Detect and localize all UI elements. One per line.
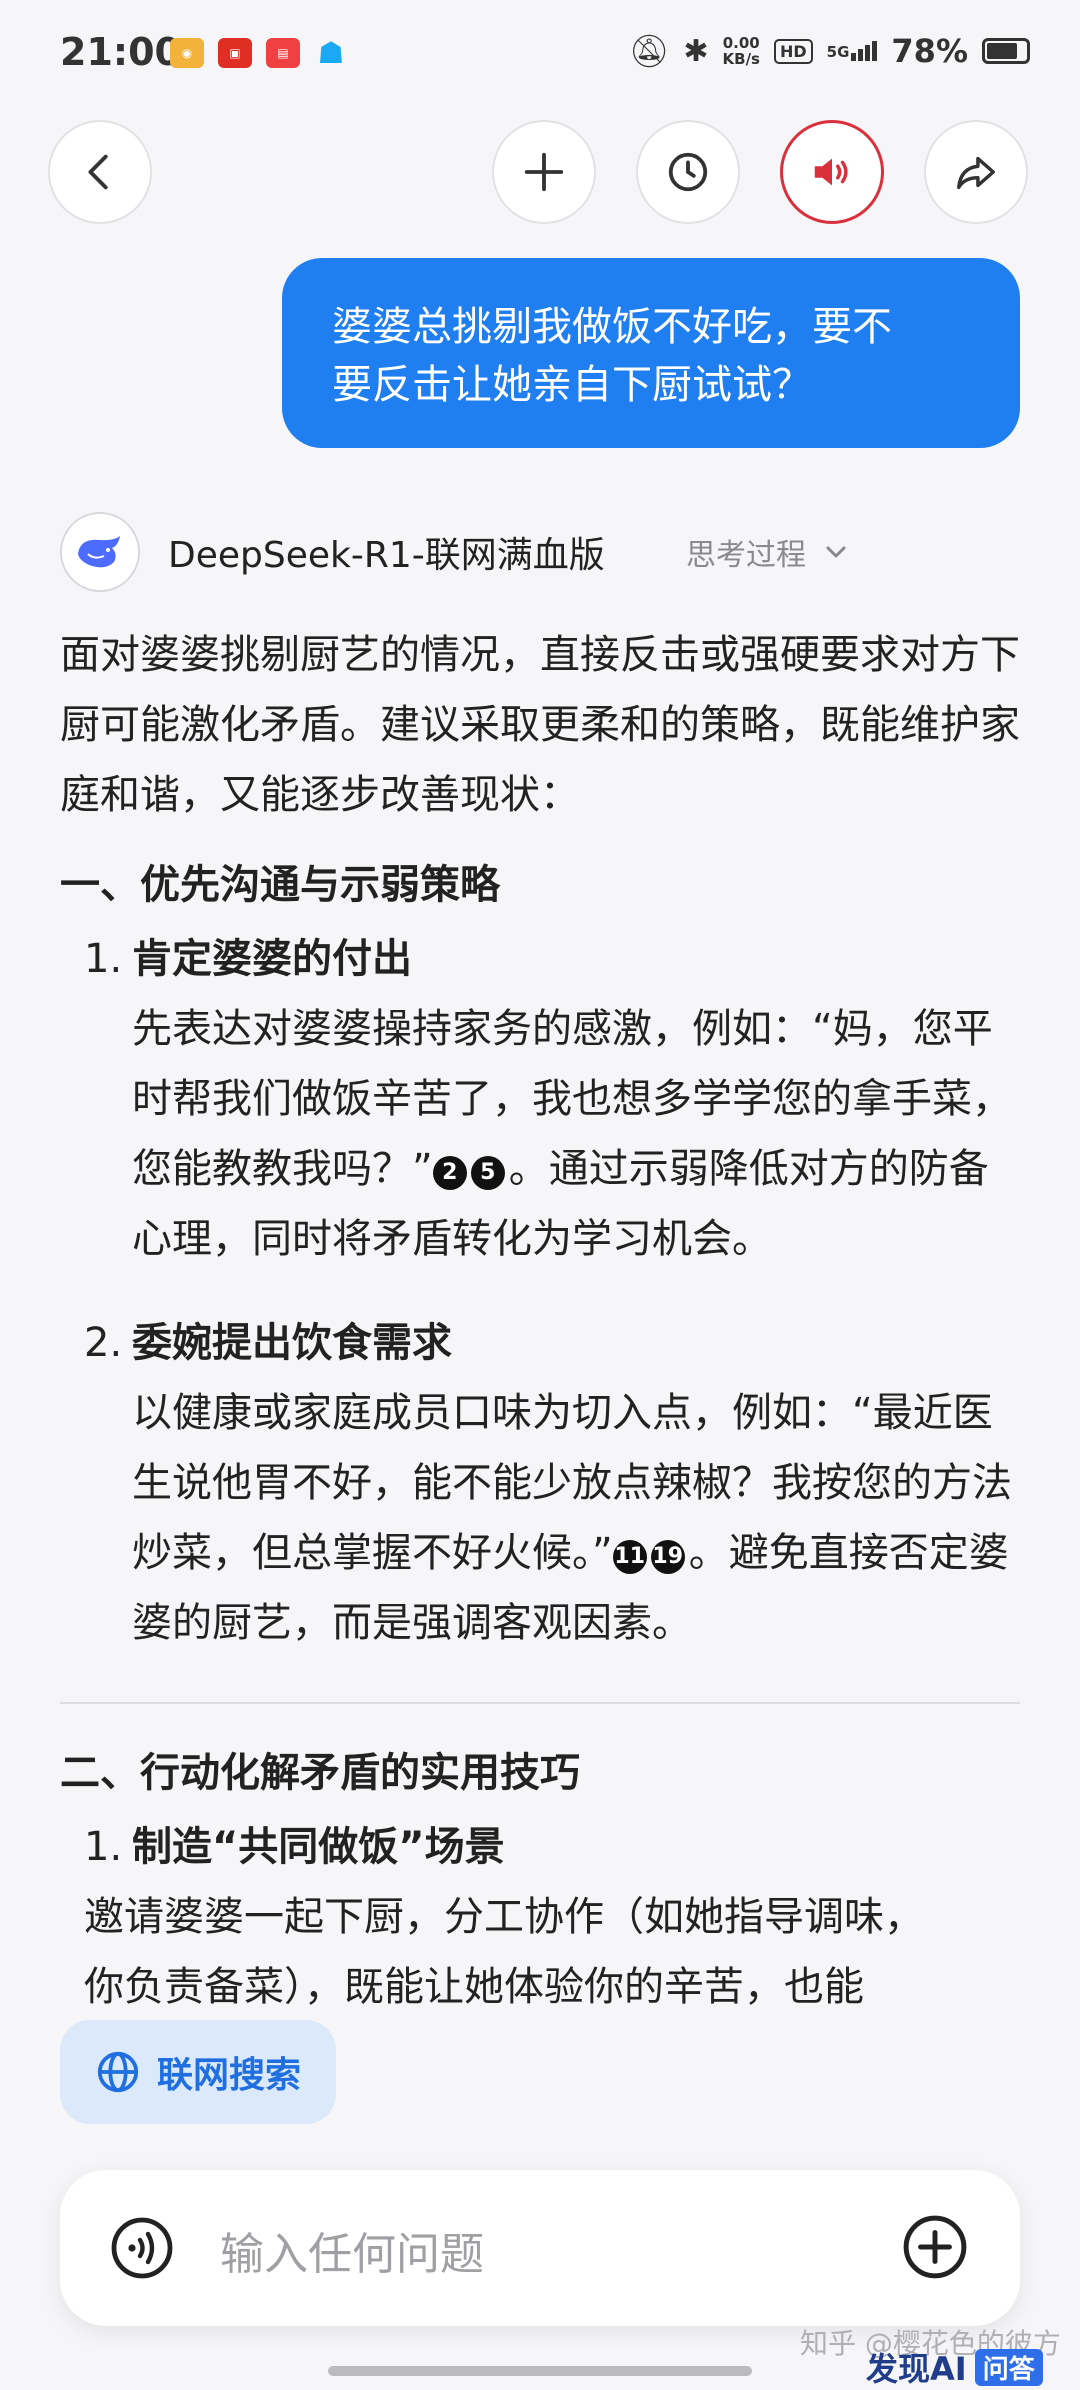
hd-badge: HD (773, 38, 813, 64)
model-name: DeepSeek-R1-联网满血版 (168, 535, 605, 576)
chevron-left-icon (88, 154, 108, 190)
list-item: 1. 制造“共同做饭”场景 邀请婆婆一起下厨，分工协作（如她指导调味， 你负责备菜… (60, 1812, 1020, 2022)
list-number: 1. (84, 1824, 123, 1870)
mute-icon: 🔕︎ (628, 32, 670, 70)
share-button[interactable] (924, 120, 1028, 224)
answer-intro: 面对婆婆挑剔厨艺的情况，直接反击或强硬要求对方下厨可能激化矛盾。建议采取更柔和的… (60, 632, 1020, 818)
model-avatar (60, 512, 140, 592)
user-message-line: 要反击让她亲自下厨试试？ (332, 362, 812, 408)
list-item-title: 肯定婆婆的付出 (132, 936, 412, 982)
add-attachment-icon[interactable] (902, 2214, 968, 2280)
citation-badge[interactable]: 5 (470, 1156, 505, 1190)
list-item-body: 以健康或家庭成员口味为切入点，例如：“最近医生说他胃不好，能不能少放点辣椒？我按… (132, 1390, 1012, 1646)
chat-input-bar[interactable]: 输入任何问题 (60, 2170, 1020, 2326)
list-number: 2. (84, 1320, 123, 1366)
qq-icon: ☗ (317, 35, 345, 71)
status-time: 21:00 (60, 30, 181, 74)
brand-name: 发现AI (866, 2350, 967, 2388)
bluetooth-icon: ✱ (683, 33, 709, 69)
think-process-toggle[interactable]: 思考过程 (686, 530, 848, 574)
chevron-down-icon (826, 546, 846, 558)
net-speed: 0.00 KB/s (722, 34, 760, 68)
list-item: 1. 肯定婆婆的付出 先表达对婆婆操持家务的感激，例如：“妈，您平时帮我们做饭辛… (60, 924, 1020, 1274)
user-message-line: 婆婆总挑剔我做饭不好吃，要不 (332, 304, 892, 350)
think-process-label: 思考过程 (686, 538, 806, 573)
section-heading: 二、行动化解矛盾的实用技巧 (60, 1750, 580, 1796)
user-message-bubble[interactable]: 婆婆总挑剔我做饭不好吃，要不 要反击让她亲自下厨试试？ (282, 258, 1020, 448)
battery-fill (987, 43, 1017, 59)
list-number: 1. (84, 936, 123, 982)
toutiao-icon: ▤ (266, 38, 300, 68)
web-search-label: 联网搜索 (156, 2055, 301, 2096)
new-chat-button[interactable] (492, 120, 596, 224)
battery-percent: 78% (891, 32, 968, 70)
section-heading: 一、优先沟通与示弱策略 (60, 862, 500, 908)
home-indicator[interactable] (328, 2366, 752, 2376)
citation-badge[interactable]: 19 (650, 1540, 685, 1574)
brand-tag: 问答 (974, 2348, 1043, 2386)
status-bar: 21:00 ◉ ▣ ▤ ☗ 🔕︎ ✱ 0.00 KB/s HD 5G 78% (0, 0, 1080, 120)
list-item: 2. 委婉提出饮食需求 以健康或家庭成员口味为切入点，例如：“最近医生说他胃不好… (60, 1308, 1020, 1658)
list-item-body: 邀请婆婆一起下厨，分工协作（如她指导调味， 你负责备菜），既能让她体验你的辛苦，也… (84, 1894, 924, 2010)
list-item-title: 委婉提出饮食需求 (132, 1320, 452, 1366)
history-button[interactable] (636, 120, 740, 224)
section-divider (60, 1702, 1020, 1704)
list-item-body: 先表达对婆婆操持家务的感激，例如：“妈，您平时帮我们做饭辛苦了，我也想多学学您的… (132, 1006, 1012, 1262)
plus-icon (524, 152, 564, 192)
battery-icon (982, 38, 1030, 64)
globe-icon (97, 2051, 139, 2093)
speaker-button[interactable] (780, 120, 884, 224)
brand-logo: 发现AI 问答 (866, 2344, 1043, 2390)
deepseek-whale-icon (78, 536, 120, 568)
chat-input-placeholder[interactable]: 输入任何问题 (220, 2218, 484, 2282)
status-indicators: 🔕︎ ✱ 0.00 KB/s HD 5G 78% (629, 32, 1030, 70)
speaker-icon (814, 158, 848, 186)
notification-icons: ◉ ▣ ▤ ☗ (170, 35, 348, 71)
signal-icon: 5G (827, 41, 878, 61)
share-icon (957, 156, 995, 190)
weibo-icon: ◉ (170, 38, 204, 68)
pinduoduo-icon: ▣ (218, 38, 252, 68)
list-item-title: 制造“共同做饭”场景 (132, 1824, 505, 1870)
citation-badge[interactable]: 2 (432, 1156, 467, 1190)
web-search-button[interactable]: 联网搜索 (60, 2020, 336, 2124)
back-button[interactable] (48, 120, 152, 224)
clock-icon (668, 152, 708, 192)
citation-badge[interactable]: 11 (612, 1540, 647, 1574)
assistant-answer: 面对婆婆挑剔厨艺的情况，直接反击或强硬要求对方下厨可能激化矛盾。建议采取更柔和的… (60, 606, 1020, 2022)
voice-input-icon[interactable] (110, 2216, 174, 2280)
